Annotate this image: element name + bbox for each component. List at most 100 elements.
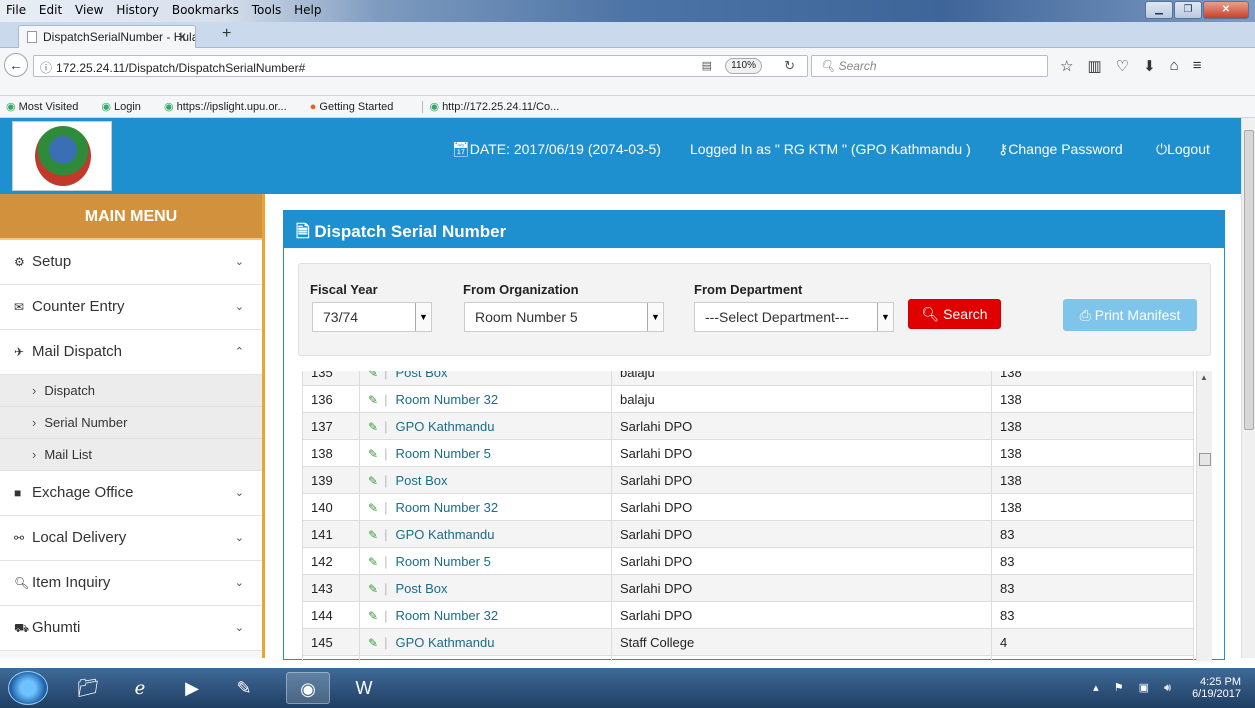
paint-icon[interactable]: ✎	[222, 672, 266, 704]
clock[interactable]: 4:25 PM 6/19/2017	[1192, 676, 1241, 700]
edit-icon[interactable]: ✎	[368, 420, 378, 434]
organization-link[interactable]: Room Number 32	[395, 608, 498, 623]
menu-history[interactable]: History	[116, 3, 159, 17]
browser-search-input[interactable]: 🔍︎ Search	[811, 55, 1048, 77]
table-scrollbar[interactable]: ▲	[1196, 371, 1212, 661]
sidebar-item-setup[interactable]: ⚙ Setup ⌄	[0, 240, 262, 285]
firefox-taskbar-icon[interactable]: ◉	[286, 672, 330, 704]
plane-icon: ✈	[14, 345, 25, 359]
reader-view-icon[interactable]: ▤	[702, 59, 712, 72]
logout-link[interactable]: ⏻Logout	[1156, 141, 1210, 158]
bookmark-ipslight[interactable]: ◉ https://ipslight.upu.or...	[164, 101, 297, 113]
count-cell: 83	[991, 574, 1194, 602]
bookmark-getting-started[interactable]: ● Getting Started	[310, 101, 404, 113]
menu-tools[interactable]: Tools	[252, 3, 282, 17]
bookmark-most-visited[interactable]: ◉ Most Visited	[6, 101, 88, 113]
browser-tab[interactable]: DispatchSerialNumber - Hula ✕	[18, 25, 196, 48]
search-placeholder: Search	[838, 59, 877, 73]
sidebar-item-counter-entry[interactable]: ✉ Counter Entry ⌄	[0, 285, 262, 330]
sidebar-item-local-delivery[interactable]: ⚯ Local Delivery ⌄	[0, 516, 262, 561]
destination-cell: Sarlahi DPO	[611, 466, 992, 494]
internet-explorer-icon[interactable]: ℯ	[118, 672, 162, 704]
edit-icon[interactable]: ✎	[368, 555, 378, 569]
tab-close-icon[interactable]: ✕	[177, 30, 187, 44]
from-department-label: From Department	[694, 282, 803, 297]
bookmark-local-app[interactable]: ◉ http://172.25.24.11/Co...	[429, 101, 569, 113]
menu-view[interactable]: View	[75, 3, 103, 17]
edit-icon[interactable]: ✎	[368, 528, 378, 542]
menu-edit[interactable]: Edit	[39, 3, 62, 17]
site-info-icon[interactable]: ⓘ	[40, 61, 52, 75]
bookmarks-library-icon[interactable]: ▥	[1087, 57, 1101, 75]
bookmark-star-icon[interactable]: ☆	[1060, 57, 1073, 75]
edit-icon[interactable]: ✎	[368, 636, 378, 650]
back-arrow-icon[interactable]: ←	[4, 53, 28, 77]
organization-link[interactable]: Room Number 32	[395, 500, 498, 515]
count-cell: 138	[991, 385, 1194, 413]
organization-link[interactable]: GPO Kathmandu	[395, 635, 494, 650]
submenu-item-dispatch[interactable]: Dispatch	[0, 375, 262, 407]
organization-link[interactable]: Room Number 5	[395, 554, 490, 569]
organization-link[interactable]: Post Box	[395, 473, 447, 488]
start-button[interactable]	[8, 671, 48, 705]
menu-file[interactable]: File	[6, 3, 26, 17]
maximize-button[interactable]: ❐	[1174, 1, 1202, 19]
edit-icon[interactable]: ✎	[368, 393, 378, 407]
file-explorer-icon[interactable]: 📁︎	[66, 672, 110, 704]
page-scrollbar[interactable]	[1241, 118, 1255, 658]
page-header: 📅︎DATE: 2017/06/19 (2074-03-5) Logged In…	[0, 118, 1241, 194]
close-window-button[interactable]: ✕	[1203, 1, 1249, 19]
print-manifest-button[interactable]: ⎙ Print Manifest	[1063, 299, 1197, 331]
edit-icon[interactable]: ✎	[368, 447, 378, 461]
page-scrollbar-thumb[interactable]	[1244, 130, 1254, 430]
scrollbar-thumb[interactable]	[1199, 453, 1211, 466]
bookmark-label: http://172.25.24.11/Co...	[442, 101, 560, 113]
organization-link[interactable]: Room Number 32	[395, 392, 498, 407]
fiscal-year-select[interactable]: 73/74 ▼	[312, 302, 432, 332]
pocket-icon[interactable]: ♡	[1116, 57, 1129, 75]
edit-icon[interactable]: ✎	[368, 501, 378, 515]
hamburger-menu-icon[interactable]: ≡	[1193, 57, 1202, 75]
reload-icon[interactable]: ↻	[784, 58, 795, 74]
menu-bookmarks[interactable]: Bookmarks	[172, 3, 239, 17]
submenu-item-mail-list[interactable]: Mail List	[0, 439, 262, 471]
search-icon: 🔍︎	[921, 306, 940, 322]
search-button[interactable]: 🔍︎ Search	[908, 299, 1001, 329]
minimize-button[interactable]: ▁	[1145, 1, 1173, 19]
organization-cell: ✎ | Room Number 32	[359, 493, 612, 521]
organization-link[interactable]: Room Number 5	[395, 446, 490, 461]
url-bar[interactable]: ⓘ 172.25.24.11/Dispatch/DispatchSerialNum…	[33, 55, 808, 77]
edit-icon[interactable]: ✎	[368, 609, 378, 623]
sidebar-item-mail-dispatch[interactable]: ✈ Mail Dispatch ⌃	[0, 330, 262, 375]
submenu-item-serial-number[interactable]: Serial Number	[0, 407, 262, 439]
organization-link[interactable]: Post Box	[395, 581, 447, 596]
globe-icon: ◉	[429, 101, 440, 113]
word-icon[interactable]: W	[342, 672, 386, 704]
destination-cell: Sarlahi DPO	[611, 601, 992, 629]
bookmark-login[interactable]: ◉ Login	[101, 101, 151, 113]
sidebar-item-exchange-office[interactable]: ■ Exchage Office ⌄	[0, 471, 262, 516]
from-department-select[interactable]: ---Select Department--- ▼	[694, 302, 894, 332]
edit-icon[interactable]: ✎	[368, 582, 378, 596]
sidebar-item-item-inquiry[interactable]: 🔍︎ Item Inquiry ⌄	[0, 561, 262, 606]
new-tab-icon[interactable]: +	[222, 25, 231, 43]
zoom-level[interactable]: 110%	[725, 58, 762, 74]
edit-icon[interactable]: ✎	[368, 474, 378, 488]
scroll-up-icon[interactable]: ▲	[1200, 373, 1208, 382]
sidebar-item-ghumti[interactable]: ⛟ Ghumti ⌄	[0, 606, 262, 651]
download-icon[interactable]: ⬇	[1143, 57, 1156, 75]
organization-link[interactable]: GPO Kathmandu	[395, 419, 494, 434]
system-tray-icons[interactable]: ▴ ⚑ ▣ 🔊︎	[1093, 681, 1177, 695]
organization-link[interactable]: GPO Kathmandu	[395, 527, 494, 542]
change-password-link[interactable]: ⚷Change Password	[998, 141, 1123, 158]
home-icon[interactable]: ⌂	[1170, 57, 1179, 75]
from-organization-select[interactable]: Room Number 5 ▼	[464, 302, 664, 332]
menu-help[interactable]: Help	[294, 3, 321, 17]
organization-link[interactable]: Post Box	[395, 371, 447, 380]
count-cell: 138	[991, 371, 1194, 386]
logged-in-info: Logged In as " RG KTM " (GPO Kathmandu )	[690, 141, 971, 157]
media-player-icon[interactable]: ▶	[170, 672, 214, 704]
sidebar: MAIN MENU ⚙ Setup ⌄ ✉ Counter Entry ⌄ ✈ Mai…	[0, 194, 265, 658]
dropdown-arrow-icon: ▼	[647, 303, 663, 331]
edit-icon[interactable]: ✎	[368, 371, 378, 380]
